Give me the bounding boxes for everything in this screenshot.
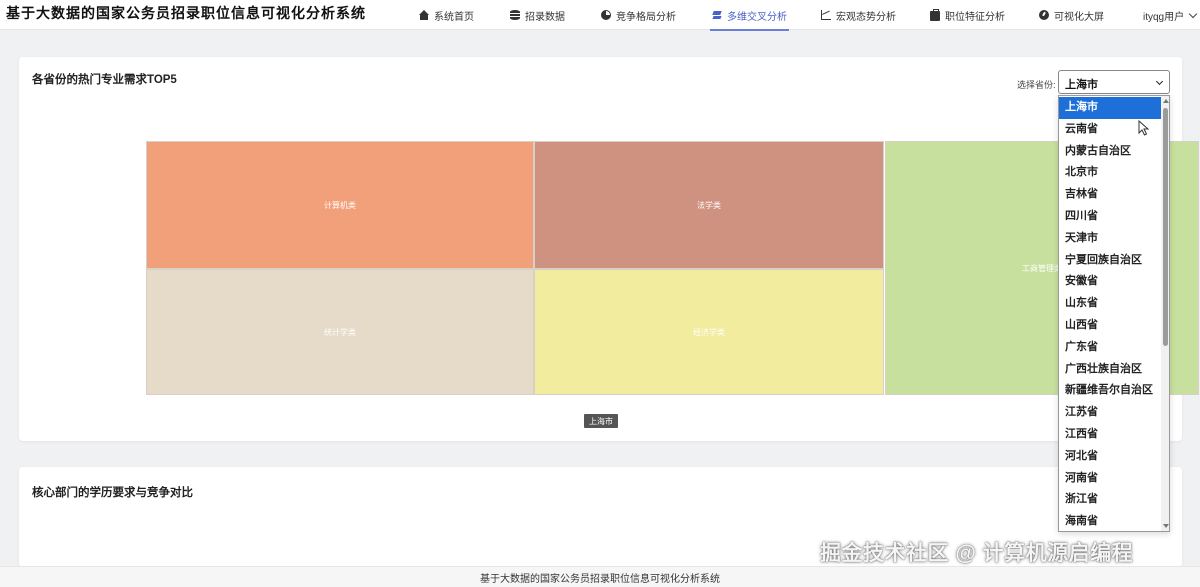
nav-label: 职位特征分析 xyxy=(945,11,1005,23)
pie-chart-icon xyxy=(601,10,611,20)
nav-home[interactable]: 系统首页 xyxy=(419,0,474,30)
province-select-label: 选择省份: xyxy=(1017,80,1056,90)
user-menu[interactable]: ityqg用户 xyxy=(1143,0,1198,30)
treemap-breadcrumb[interactable]: 上海市 xyxy=(584,414,618,428)
nav-competition[interactable]: 竞争格局分析 xyxy=(601,0,676,30)
province-select[interactable]: 上海市 xyxy=(1058,70,1170,94)
nav-recruit-data[interactable]: 招录数据 xyxy=(510,0,565,30)
card-title: 各省份的热门专业需求TOP5 xyxy=(32,74,177,86)
treemap-cell-label: 计算机类 xyxy=(324,200,356,210)
briefcase-icon xyxy=(930,9,940,21)
nav-dashboard[interactable]: 可视化大屏 xyxy=(1039,0,1104,30)
footer: 基于大数据的国家公务员招录职位信息可视化分析系统 xyxy=(0,566,1200,587)
treemap-cell[interactable]: 统计学类 xyxy=(146,269,534,395)
user-name: ityqg用户 xyxy=(1143,11,1185,23)
dashboard-icon xyxy=(1039,10,1049,20)
nav-label: 招录数据 xyxy=(525,11,565,23)
dropdown-scrollbar[interactable] xyxy=(1161,96,1169,531)
nav-label: 多维交叉分析 xyxy=(727,11,787,23)
dropdown-option[interactable]: 江苏省 xyxy=(1059,402,1161,424)
province-dropdown-list[interactable]: 上海市 云南省 内蒙古自治区 北京市 吉林省 四川省 天津市 宁夏回族自治区 安徽省 山东省 山西省… xyxy=(1058,95,1170,532)
treemap-cell-label: 工商管理类 xyxy=(1022,263,1062,273)
chevron-down-icon xyxy=(1188,9,1198,18)
watermark: 掘金技术社区 @ 计算机源启编程 xyxy=(820,542,1134,565)
layers-icon xyxy=(712,10,722,20)
dropdown-option[interactable]: 吉林省 xyxy=(1059,184,1161,206)
app-title: 基于大数据的国家公务员招录职位信息可视化分析系统 xyxy=(6,6,366,22)
treemap-cell[interactable]: 经济学类 xyxy=(534,269,884,395)
nav-label: 宏观态势分析 xyxy=(836,11,896,23)
treemap-cell-label: 法学类 xyxy=(697,200,721,210)
mouse-cursor-icon xyxy=(1138,120,1150,136)
dropdown-option[interactable]: 北京市 xyxy=(1059,162,1161,184)
card-title: 核心部门的学历要求与竞争对比 xyxy=(32,487,193,499)
nav-cross-analysis[interactable]: 多维交叉分析 xyxy=(710,0,789,31)
chevron-down-icon xyxy=(1155,77,1164,86)
line-chart-icon xyxy=(821,10,831,20)
nav-macro[interactable]: 宏观态势分析 xyxy=(821,0,896,30)
nav-label: 可视化大屏 xyxy=(1054,11,1104,23)
dropdown-option[interactable]: 宁夏回族自治区 xyxy=(1059,250,1161,272)
nav-label: 竞争格局分析 xyxy=(616,11,676,23)
major-treemap: 计算机类 法学类 工商管理类 统计学类 经济学类 xyxy=(146,141,1199,397)
treemap-cell[interactable]: 计算机类 xyxy=(146,141,534,269)
dropdown-option[interactable]: 广西壮族自治区 xyxy=(1059,359,1161,381)
database-icon xyxy=(510,10,520,20)
dropdown-option[interactable]: 广东省 xyxy=(1059,337,1161,359)
dropdown-option[interactable]: 山东省 xyxy=(1059,293,1161,315)
dropdown-option[interactable]: 浙江省 xyxy=(1059,489,1161,511)
dropdown-option[interactable]: 山西省 xyxy=(1059,315,1161,337)
province-major-card: 各省份的热门专业需求TOP5 选择省份: 上海市 计算机类 法学类 工商管理类 … xyxy=(19,57,1199,441)
dropdown-option[interactable]: 上海市 xyxy=(1059,97,1161,119)
scroll-up-arrow-icon[interactable] xyxy=(1163,99,1169,103)
dropdown-options: 上海市 云南省 内蒙古自治区 北京市 吉林省 四川省 天津市 宁夏回族自治区 安徽省 山东省 山西省… xyxy=(1059,97,1161,531)
dropdown-option[interactable]: 海南省 xyxy=(1059,511,1161,531)
province-select-value: 上海市 xyxy=(1065,79,1098,91)
scrollbar-thumb[interactable] xyxy=(1163,108,1168,346)
dropdown-option[interactable]: 河北省 xyxy=(1059,446,1161,468)
footer-text: 基于大数据的国家公务员招录职位信息可视化分析系统 xyxy=(480,573,720,585)
home-icon xyxy=(419,10,429,20)
treemap-cell-label: 统计学类 xyxy=(324,327,356,337)
nav-job-features[interactable]: 职位特征分析 xyxy=(930,0,1005,30)
dropdown-option[interactable]: 江西省 xyxy=(1059,424,1161,446)
dropdown-option[interactable]: 内蒙古自治区 xyxy=(1059,141,1161,163)
dropdown-option[interactable]: 四川省 xyxy=(1059,206,1161,228)
dropdown-option[interactable]: 安徽省 xyxy=(1059,271,1161,293)
dropdown-option[interactable]: 河南省 xyxy=(1059,468,1161,490)
treemap-cell[interactable]: 法学类 xyxy=(534,141,884,269)
top-navbar: 基于大数据的国家公务员招录职位信息可视化分析系统 系统首页 招录数据 竞争格局分… xyxy=(0,0,1200,31)
treemap-cell-label: 经济学类 xyxy=(693,327,725,337)
nav-label: 系统首页 xyxy=(434,11,474,23)
dropdown-option[interactable]: 天津市 xyxy=(1059,228,1161,250)
dropdown-option[interactable]: 新疆维吾尔自治区 xyxy=(1059,380,1161,402)
scroll-down-arrow-icon[interactable] xyxy=(1163,524,1169,528)
